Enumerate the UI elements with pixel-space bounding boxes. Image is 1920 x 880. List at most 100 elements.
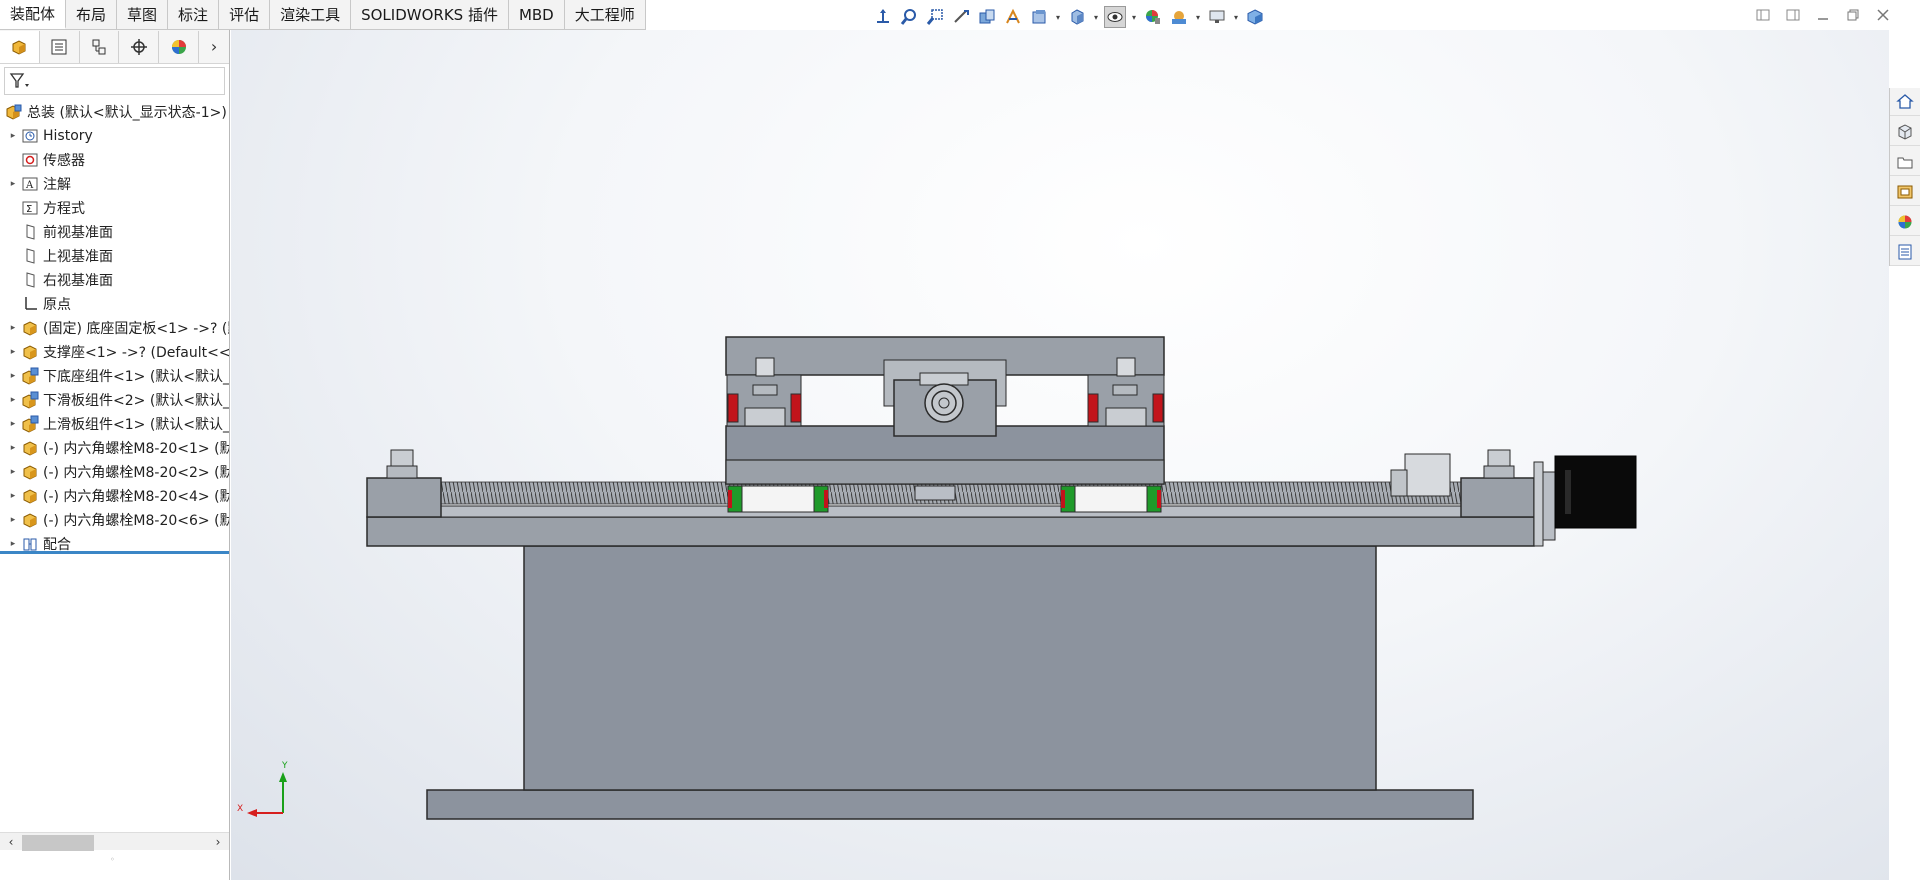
subassembly-icon — [20, 391, 40, 409]
dynamic-annotation-icon[interactable] — [1002, 6, 1024, 28]
hide-show-items-icon[interactable] — [1104, 6, 1126, 28]
section-view-icon[interactable] — [976, 6, 998, 28]
home-icon[interactable] — [1890, 88, 1920, 116]
expand-arrow-icon[interactable]: ▸ — [6, 395, 20, 405]
tree-item-label: 下底座组件<1> (默认<默认_显 — [43, 369, 229, 385]
graphics-area[interactable]: Y X — [231, 30, 1889, 880]
tree-item[interactable]: 原点 — [0, 292, 229, 316]
expand-arrow-icon[interactable]: ▸ — [6, 347, 20, 357]
tab-4[interactable]: 评估 — [219, 0, 271, 29]
scroll-track[interactable] — [22, 834, 207, 851]
configuration-manager-tab[interactable] — [80, 30, 120, 63]
custom-properties-icon[interactable] — [1890, 238, 1920, 266]
expand-arrow-icon[interactable]: ▸ — [6, 467, 20, 477]
dimxpert-manager-tab[interactable] — [119, 30, 160, 63]
chevron-down-icon[interactable]: ▾ — [1194, 6, 1202, 28]
zoom-to-area-icon[interactable] — [924, 6, 946, 28]
property-manager-tab[interactable] — [40, 30, 80, 63]
apply-scene-icon[interactable] — [1168, 6, 1190, 28]
tree-item[interactable]: ▸ (-) 内六角螺栓M8-20<2> (默认 — [0, 460, 229, 484]
assembly-model[interactable]: Y X — [231, 30, 1889, 880]
tab-2[interactable]: 草图 — [117, 0, 169, 29]
tree-item[interactable]: ▸ 下滑板组件<2> (默认<默认_显 — [0, 388, 229, 412]
tab-6[interactable]: SOLIDWORKS 插件 — [351, 0, 509, 29]
tab-0[interactable]: 装配体 — [0, 0, 67, 29]
upper-right-bolt — [1116, 357, 1136, 377]
dimxpert-icon — [130, 38, 147, 55]
view-palette-icon[interactable] — [1890, 178, 1920, 206]
feature-manager-tab[interactable] — [0, 30, 40, 63]
chevron-down-icon[interactable]: ▾ — [1232, 6, 1240, 28]
expand-arrow-icon[interactable]: ▸ — [6, 323, 20, 333]
feature-manager-icon — [12, 39, 26, 55]
file-explorer-icon[interactable] — [1890, 148, 1920, 176]
expand-arrow-icon[interactable]: ▸ — [6, 419, 20, 429]
tree-item[interactable]: ▸ 下底座组件<1> (默认<默认_显 — [0, 364, 229, 388]
part-icon — [20, 463, 40, 481]
chevron-right-icon[interactable]: › — [199, 31, 229, 63]
appearances-icon[interactable] — [1890, 208, 1920, 236]
restore-icon[interactable] — [1844, 6, 1862, 24]
tree-item[interactable]: ▸ (固定) 底座固定板<1> ->? (默认< — [0, 316, 229, 340]
tree-filter[interactable] — [4, 67, 225, 95]
annotation-icon: A — [20, 175, 40, 193]
tab-5[interactable]: 渲染工具 — [270, 0, 352, 29]
tree-item[interactable]: ▸ A 注解 — [0, 172, 229, 196]
document-window-controls — [1754, 6, 1892, 24]
expand-arrow-icon[interactable]: ▸ — [6, 539, 20, 549]
scroll-left-icon[interactable]: ‹ — [0, 833, 22, 851]
scroll-right-icon[interactable]: › — [207, 833, 229, 851]
scroll-thumb[interactable] — [22, 834, 94, 851]
tree-item[interactable]: 前视基准面 — [0, 220, 229, 244]
panel-left-icon[interactable] — [1754, 6, 1772, 24]
tab-8[interactable]: 大工程师 — [564, 0, 646, 29]
tree-root-assembly[interactable]: 总装 (默认<默认_显示状态-1>) — [0, 100, 229, 124]
tree-item-label: (-) 内六角螺栓M8-20<4> (默认 — [43, 489, 229, 505]
chevron-down-icon[interactable]: ▾ — [1092, 6, 1100, 28]
expand-arrow-icon[interactable]: ▸ — [6, 491, 20, 501]
3d-parts-icon[interactable] — [1890, 118, 1920, 146]
property-manager-icon — [51, 39, 67, 54]
tab-1[interactable]: 布局 — [66, 0, 118, 29]
plane-icon — [20, 247, 40, 265]
view-settings-monitor-icon[interactable] — [1206, 6, 1228, 28]
part-icon — [20, 487, 40, 505]
chevron-down-icon[interactable]: ▾ — [1130, 6, 1138, 28]
expand-arrow-icon[interactable]: ▸ — [6, 443, 20, 453]
3d-view-icon[interactable] — [1244, 6, 1266, 28]
expand-arrow-icon[interactable]: ▸ — [6, 131, 20, 141]
tree-item[interactable]: ▸ (-) 内六角螺栓M8-20<1> (默认 — [0, 436, 229, 460]
zoom-to-fit-icon[interactable] — [898, 6, 920, 28]
tree-item[interactable]: 右视基准面 — [0, 268, 229, 292]
tree-item[interactable]: ▸ 上滑板组件<1> (默认<默认_显 — [0, 412, 229, 436]
tree-item[interactable]: ▸ (-) 内六角螺栓M8-20<6> (默认 — [0, 508, 229, 532]
panel-right-icon[interactable] — [1784, 6, 1802, 24]
tree-horizontal-scrollbar[interactable]: ‹ › — [0, 832, 229, 851]
triad-y-label: Y — [281, 761, 288, 771]
view-orientation-icon[interactable] — [872, 6, 894, 28]
close-icon[interactable] — [1874, 6, 1892, 24]
display-manager-tab[interactable] — [159, 30, 200, 63]
tree-item[interactable]: ▸ History — [0, 124, 229, 148]
tree-item[interactable]: 上视基准面 — [0, 244, 229, 268]
previous-view-icon[interactable] — [950, 6, 972, 28]
tree-item[interactable]: ▸ 支撑座<1> ->? (Default<<Defa — [0, 340, 229, 364]
display-style-icon[interactable] — [1066, 6, 1088, 28]
tree-item-label: 原点 — [43, 297, 71, 313]
expand-arrow-icon[interactable]: ▸ — [6, 179, 20, 189]
view-setting-icon[interactable] — [1028, 6, 1050, 28]
tab-3[interactable]: 标注 — [168, 0, 220, 29]
tree-item[interactable]: 传感器 — [0, 148, 229, 172]
tree-item[interactable]: ▸ (-) 内六角螺栓M8-20<4> (默认 — [0, 484, 229, 508]
right-end-block — [1460, 477, 1535, 518]
linear-rail — [440, 505, 1462, 518]
panel-resize-grip[interactable]: ◦ — [110, 855, 115, 864]
tab-7[interactable]: MBD — [508, 0, 565, 29]
tree-item[interactable]: Σ 方程式 — [0, 196, 229, 220]
edit-appearance-icon[interactable] — [1142, 6, 1164, 28]
minimize-icon[interactable] — [1814, 6, 1832, 24]
expand-arrow-icon[interactable]: ▸ — [6, 371, 20, 381]
tree-item-label: (-) 内六角螺栓M8-20<2> (默认 — [43, 465, 229, 481]
chevron-down-icon[interactable]: ▾ — [1054, 6, 1062, 28]
expand-arrow-icon[interactable]: ▸ — [6, 515, 20, 525]
